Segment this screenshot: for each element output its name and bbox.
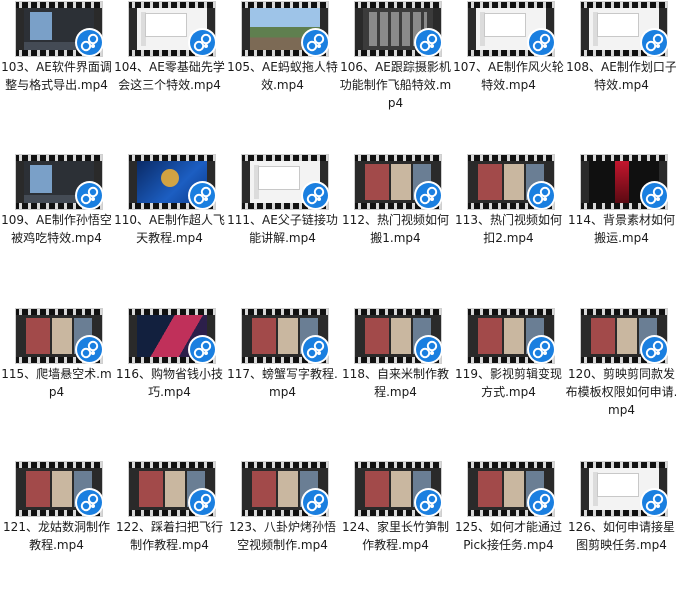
media-player-icon xyxy=(642,337,667,362)
video-file-item[interactable]: 123、八卦炉烤孙悟空视频制作.mp4 xyxy=(226,462,339,607)
video-file-item[interactable]: 120、剪映剪同款发布模板权限如何申请.mp4 xyxy=(565,309,676,454)
file-name-label: 123、八卦炉烤孙悟空视频制作.mp4 xyxy=(229,520,336,552)
media-player-icon xyxy=(190,490,215,515)
video-file-item[interactable]: 109、AE制作孙悟空被鸡吃特效.mp4 xyxy=(0,155,113,300)
media-player-icon xyxy=(642,490,667,515)
file-name-label: 126、如何申请接星图剪映任务.mp4 xyxy=(568,520,675,552)
video-file-item[interactable]: 126、如何申请接星图剪映任务.mp4 xyxy=(565,462,676,607)
media-player-icon xyxy=(529,490,554,515)
file-name-label: 122、踩着扫把飞行制作教程.mp4 xyxy=(116,520,223,552)
file-name-label: 120、剪映剪同款发布模板权限如何申请.mp4 xyxy=(565,367,676,417)
video-file-item[interactable]: 121、龙姑数洞制作教程.mp4 xyxy=(0,462,113,607)
file-name-label: 117、螃蟹写字教程.mp4 xyxy=(227,367,338,399)
video-file-item[interactable]: 103、AE软件界面调整与格式导出.mp4 xyxy=(0,2,113,147)
media-player-icon xyxy=(190,30,215,55)
media-player-icon xyxy=(416,337,441,362)
media-player-icon xyxy=(77,490,102,515)
file-name-label: 124、家里长竹笋制作教程.mp4 xyxy=(342,520,449,552)
media-player-icon xyxy=(416,183,441,208)
file-name-label: 115、爬墙悬空术.mp4 xyxy=(1,367,112,399)
media-player-icon xyxy=(77,30,102,55)
file-name-label: 105、AE蚂蚁拖人特效.mp4 xyxy=(227,60,338,92)
file-name-label: 118、自来米制作教程.mp4 xyxy=(342,367,449,399)
file-name-label: 111、AE父子链接功能讲解.mp4 xyxy=(227,213,338,245)
file-name-label: 121、龙姑数洞制作教程.mp4 xyxy=(3,520,110,552)
media-player-icon xyxy=(77,183,102,208)
video-file-item[interactable]: 104、AE零基础先学会这三个特效.mp4 xyxy=(113,2,226,147)
video-file-item[interactable]: 108、AE制作划口子特效.mp4 xyxy=(565,2,676,147)
video-file-item[interactable]: 116、购物省钱小技巧.mp4 xyxy=(113,309,226,454)
file-name-label: 110、AE制作超人飞天教程.mp4 xyxy=(114,213,225,245)
media-player-icon xyxy=(642,30,667,55)
video-file-item[interactable]: 125、如何才能通过Pick接任务.mp4 xyxy=(452,462,565,607)
video-file-item[interactable]: 110、AE制作超人飞天教程.mp4 xyxy=(113,155,226,300)
file-name-label: 103、AE软件界面调整与格式导出.mp4 xyxy=(1,60,112,92)
video-file-item[interactable]: 112、热门视频如何搬1.mp4 xyxy=(339,155,452,300)
video-file-item[interactable]: 106、AE跟踪摄影机功能制作飞船特效.mp4 xyxy=(339,2,452,147)
file-name-label: 108、AE制作划口子特效.mp4 xyxy=(566,60,676,92)
file-name-label: 106、AE跟踪摄影机功能制作飞船特效.mp4 xyxy=(339,60,452,110)
media-player-icon xyxy=(303,183,328,208)
video-file-item[interactable]: 113、热门视频如何扣2.mp4 xyxy=(452,155,565,300)
media-player-icon xyxy=(416,490,441,515)
media-player-icon xyxy=(303,30,328,55)
file-name-label: 125、如何才能通过Pick接任务.mp4 xyxy=(455,520,562,552)
video-file-item[interactable]: 105、AE蚂蚁拖人特效.mp4 xyxy=(226,2,339,147)
file-name-label: 112、热门视频如何搬1.mp4 xyxy=(342,213,449,245)
file-name-label: 114、背景素材如何搬运.mp4 xyxy=(568,213,675,245)
media-player-icon xyxy=(190,337,215,362)
file-name-label: 119、影视剪辑变现方式.mp4 xyxy=(455,367,562,399)
file-name-label: 116、购物省钱小技巧.mp4 xyxy=(116,367,223,399)
file-name-label: 113、热门视频如何扣2.mp4 xyxy=(455,213,562,245)
file-name-label: 104、AE零基础先学会这三个特效.mp4 xyxy=(114,60,225,92)
media-player-icon xyxy=(642,183,667,208)
video-file-item[interactable]: 118、自来米制作教程.mp4 xyxy=(339,309,452,454)
media-player-icon xyxy=(529,337,554,362)
video-file-item[interactable]: 115、爬墙悬空术.mp4 xyxy=(0,309,113,454)
media-player-icon xyxy=(303,490,328,515)
video-file-item[interactable]: 119、影视剪辑变现方式.mp4 xyxy=(452,309,565,454)
media-player-icon xyxy=(416,30,441,55)
media-player-icon xyxy=(190,183,215,208)
video-file-item[interactable]: 107、AE制作风火轮特效.mp4 xyxy=(452,2,565,147)
file-name-label: 107、AE制作风火轮特效.mp4 xyxy=(453,60,564,92)
video-file-item[interactable]: 114、背景素材如何搬运.mp4 xyxy=(565,155,676,300)
media-player-icon xyxy=(529,30,554,55)
media-player-icon xyxy=(529,183,554,208)
media-player-icon xyxy=(77,337,102,362)
media-player-icon xyxy=(303,337,328,362)
video-file-item[interactable]: 117、螃蟹写字教程.mp4 xyxy=(226,309,339,454)
video-file-item[interactable]: 122、踩着扫把飞行制作教程.mp4 xyxy=(113,462,226,607)
video-file-item[interactable]: 124、家里长竹笋制作教程.mp4 xyxy=(339,462,452,607)
file-name-label: 109、AE制作孙悟空被鸡吃特效.mp4 xyxy=(1,213,112,245)
video-file-item[interactable]: 111、AE父子链接功能讲解.mp4 xyxy=(226,155,339,300)
